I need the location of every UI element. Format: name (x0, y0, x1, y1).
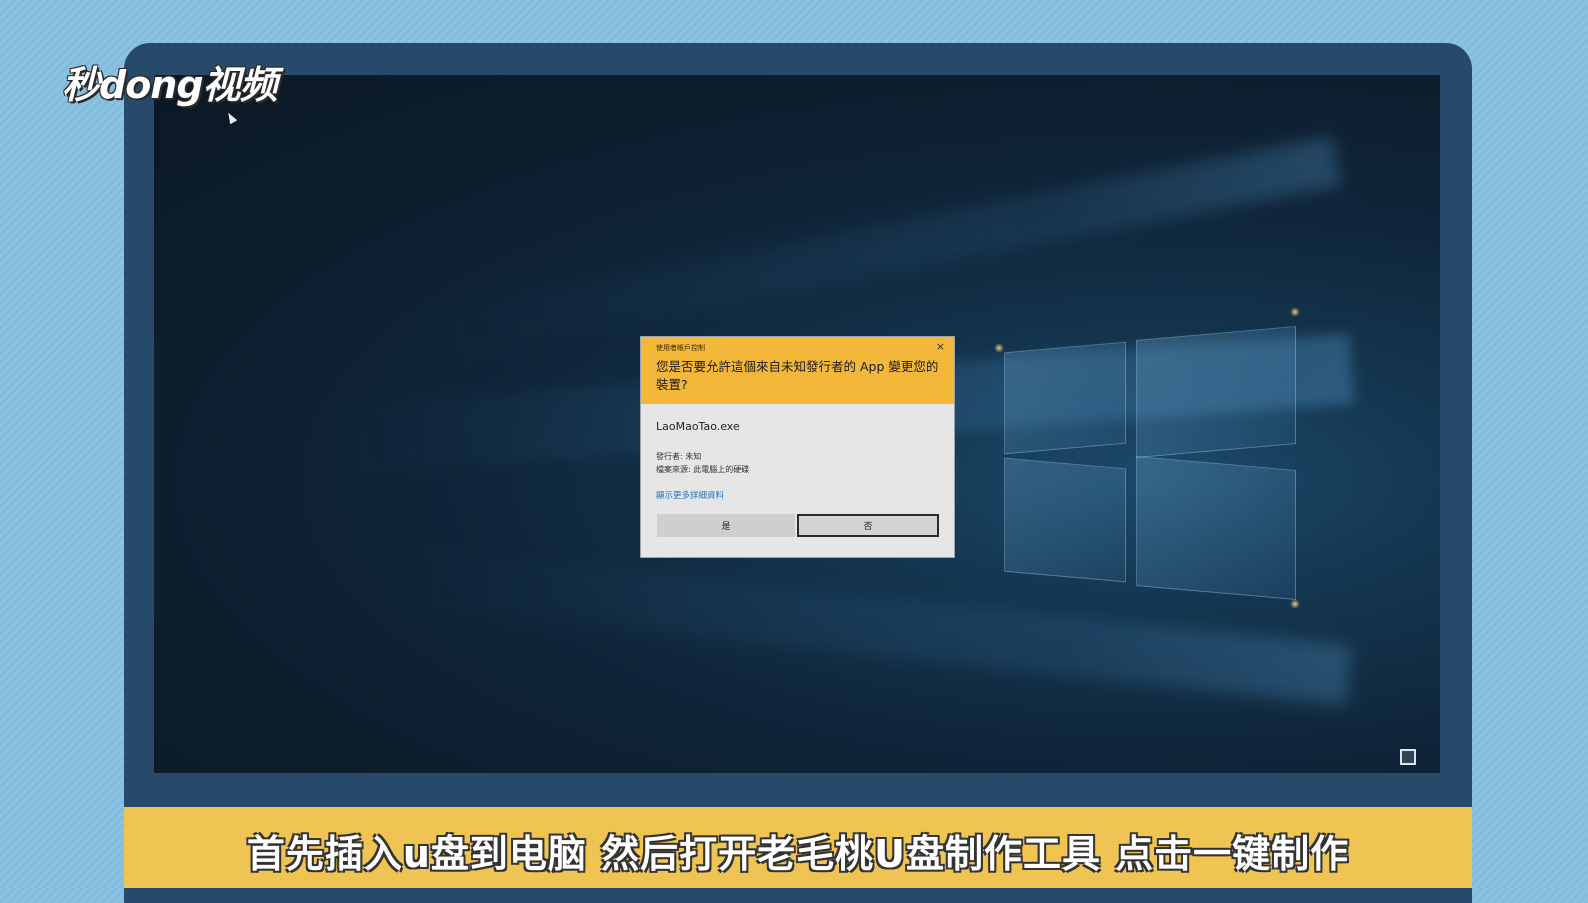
yes-button[interactable]: 是 (657, 514, 795, 537)
restore-icon[interactable] (1400, 749, 1416, 765)
windows-logo-pane (1136, 456, 1296, 600)
uac-question: 您是否要允許這個來自未知發行者的 App 變更您的裝置? (656, 359, 939, 392)
close-icon[interactable]: × (936, 340, 945, 353)
brand-logo-text: 秒dong视频 (62, 63, 278, 107)
light-glow (994, 343, 1004, 353)
light-glow (1290, 307, 1300, 317)
windows-logo-pane (1004, 457, 1126, 583)
mouse-cursor-icon (224, 110, 238, 125)
subtitle-caption: 首先插入u盘到电脑 然后打开老毛桃U盘制作工具 点击一键制作 (246, 832, 1350, 876)
uac-dialog: 使用者帳戶控制 × 您是否要允許這個來自未知發行者的 App 變更您的裝置? L… (640, 336, 955, 558)
publisher-info: 發行者: 未知 檔案來源: 此電腦上的硬碟 (656, 450, 749, 476)
light-glow (1290, 599, 1300, 609)
no-button[interactable]: 否 (797, 514, 939, 537)
light-beam (409, 136, 1342, 365)
subtitle-bar: 首先插入u盘到电脑 然后打开老毛桃U盘制作工具 点击一键制作 (124, 807, 1472, 888)
uac-dialog-title: 使用者帳戶控制 (656, 344, 705, 352)
show-details-link[interactable]: 顯示更多詳細資料 (656, 489, 724, 501)
windows-logo-pane (1004, 341, 1126, 455)
brand-logo: 秒dong视频 (62, 54, 278, 109)
file-origin-line: 檔案來源: 此電腦上的硬碟 (656, 465, 750, 474)
publisher-line: 發行者: 未知 (656, 452, 702, 461)
windows-logo-pane (1136, 326, 1296, 458)
uac-dialog-header: 使用者帳戶控制 × 您是否要允許這個來自未知發行者的 App 變更您的裝置? (641, 337, 954, 404)
program-name: LaoMaoTao.exe (656, 420, 740, 433)
